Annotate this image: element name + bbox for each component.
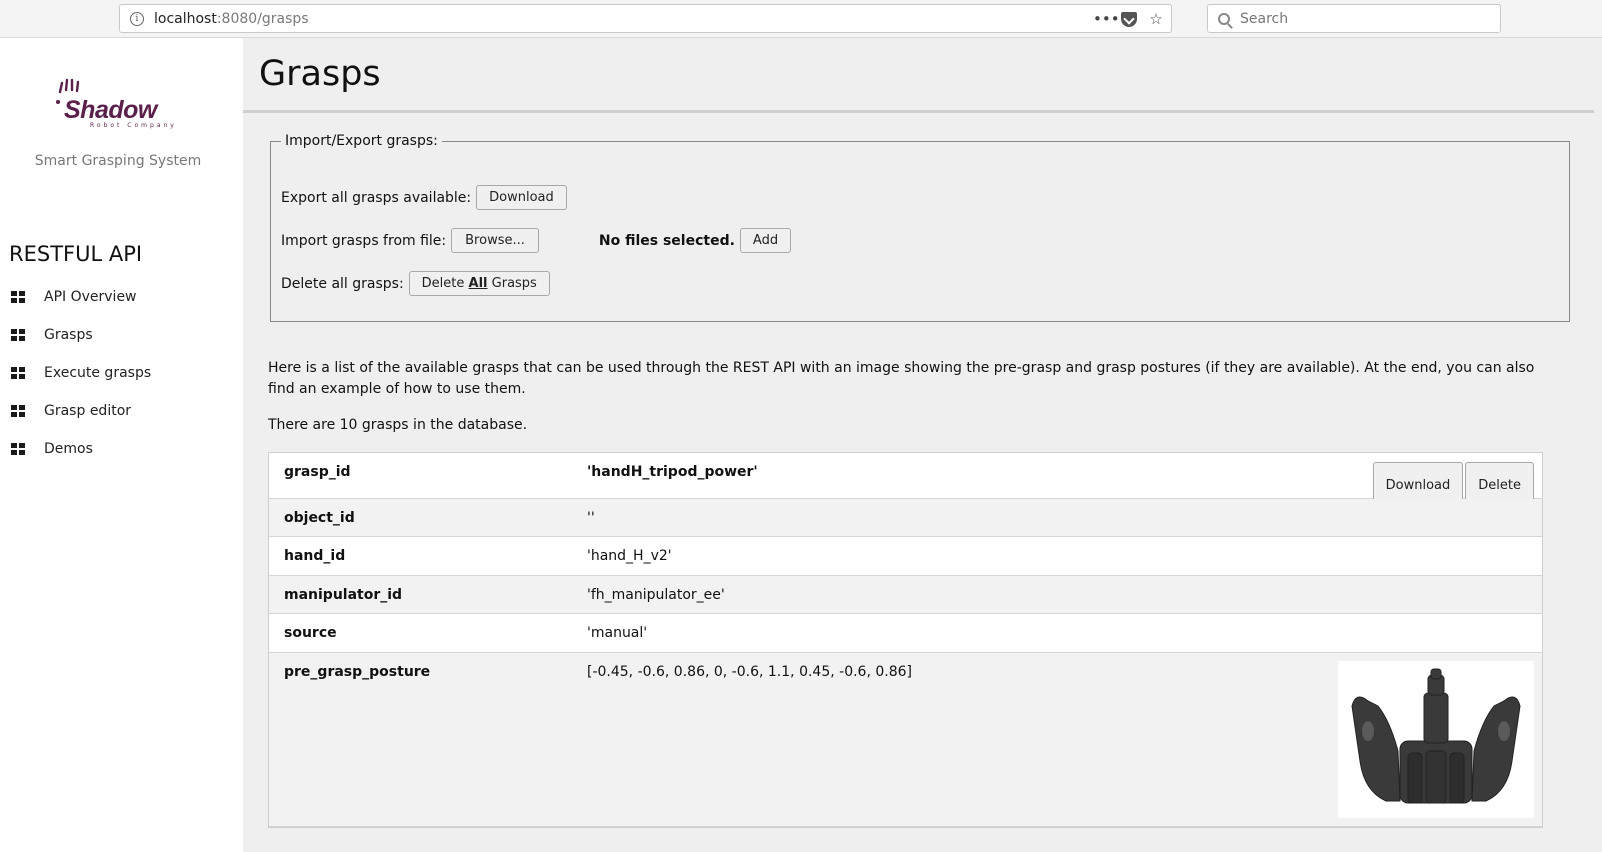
address-bar-tools: ••• ☆ [1093, 10, 1165, 28]
logo-wordmark: Shadow [64, 96, 157, 124]
api-section-title: RESTFUL API [9, 242, 143, 266]
table-row: hand_id 'hand_H_v2' [269, 537, 1542, 576]
grasp-table: grasp_id 'handH_tripod_power' Download D… [268, 452, 1543, 828]
browse-file-button[interactable]: Browse... [451, 228, 539, 253]
grasp-key: hand_id [284, 548, 346, 564]
export-label: Export all grasps available: [281, 189, 472, 206]
browser-search-bar[interactable] [1207, 4, 1501, 33]
pre-grasp-posture-image [1338, 661, 1534, 818]
sidebar-item-label: Grasps [44, 327, 93, 343]
sidebar-item-grasp-editor[interactable]: Grasp editor [0, 392, 243, 430]
table-row: source 'manual' [269, 614, 1542, 653]
sidebar: Shadow Robot Company Smart Grasping Syst… [0, 38, 243, 852]
grasp-key: grasp_id [284, 464, 351, 480]
bookmark-star-icon[interactable]: ☆ [1147, 10, 1165, 28]
grid-icon [11, 443, 25, 455]
grid-icon [11, 405, 25, 417]
grasp-value: 'manual' [587, 625, 648, 641]
search-input[interactable] [1240, 10, 1480, 27]
title-divider [243, 110, 1594, 113]
url-text[interactable]: localhost:8080/grasps [154, 11, 309, 27]
sidebar-item-demos[interactable]: Demos [0, 430, 243, 468]
sidebar-item-label: API Overview [44, 289, 137, 305]
logo-subtitle: Robot Company [90, 122, 177, 129]
grasp-key: source [284, 625, 337, 641]
pocket-icon[interactable] [1121, 11, 1137, 27]
url-path: :8080/grasps [216, 10, 309, 27]
grasp-count-text: There are 10 grasps in the database. [268, 417, 528, 433]
grasp-key: pre_grasp_posture [284, 664, 431, 680]
search-icon [1218, 12, 1230, 25]
grasp-key: object_id [284, 510, 355, 526]
table-row: object_id '' [269, 499, 1542, 537]
grasp-value: 'hand_H_v2' [587, 548, 672, 564]
sidebar-item-label: Execute grasps [44, 365, 152, 381]
main-content: Grasps Import/Export grasps: Export all … [243, 38, 1602, 852]
page-title: Grasps [259, 54, 381, 94]
url-host: localhost [154, 10, 217, 27]
robot-hand-image [1351, 668, 1521, 804]
delete-button-emphasis: All [468, 276, 488, 291]
delete-all-grasps-button[interactable]: Delete All Grasps [408, 271, 550, 296]
address-bar[interactable]: i localhost:8080/grasps ••• ☆ [119, 4, 1172, 33]
sidebar-item-api-overview[interactable]: API Overview [0, 278, 243, 316]
import-export-panel: Import/Export grasps: Export all grasps … [270, 133, 1570, 322]
grid-icon [11, 291, 25, 303]
import-export-legend: Import/Export grasps: [285, 133, 438, 149]
intro-paragraph: Here is a list of the available grasps t… [268, 360, 1535, 397]
sidebar-item-label: Grasp editor [44, 403, 132, 419]
delete-button-text: Grasps [487, 276, 537, 291]
page-actions-icon[interactable]: ••• [1093, 10, 1120, 28]
tagline: Smart Grasping System [34, 153, 202, 169]
table-row: grasp_id 'handH_tripod_power' Download D… [269, 453, 1542, 510]
import-add-button[interactable]: Add [739, 228, 792, 253]
grasp-value: 'fh_manipulator_ee' [587, 587, 725, 603]
table-row: pre_grasp_posture [-0.45, -0.6, 0.86, 0,… [269, 653, 1542, 827]
export-download-button[interactable]: Download [476, 185, 567, 210]
no-files-selected-text: No files selected. [598, 232, 735, 249]
table-row: manipulator_id 'fh_manipulator_ee' [269, 576, 1542, 614]
sidebar-item-grasps[interactable]: Grasps [0, 316, 243, 354]
sidebar-item-label: Demos [44, 441, 93, 457]
site-info-icon[interactable]: i [130, 11, 144, 26]
grid-icon [11, 367, 25, 379]
shadow-logo[interactable]: Shadow Robot Company [50, 78, 190, 138]
sidebar-nav: API Overview Grasps Execute grasps Grasp… [0, 278, 243, 468]
sidebar-item-execute-grasps[interactable]: Execute grasps [0, 354, 243, 392]
grasp-value: '' [587, 510, 595, 526]
browser-toolbar: i localhost:8080/grasps ••• ☆ [0, 0, 1602, 38]
export-row: Export all grasps available: Download [281, 185, 567, 210]
delete-all-label: Delete all grasps: [281, 275, 404, 292]
import-label: Import grasps from file: [281, 232, 447, 249]
grid-icon [11, 329, 25, 341]
grasp-key: manipulator_id [284, 587, 403, 603]
import-row: Import grasps from file: Browse... No fi… [281, 228, 792, 253]
delete-button-text: Delete [421, 276, 469, 291]
delete-row: Delete all grasps: Delete All Grasps [281, 271, 550, 296]
